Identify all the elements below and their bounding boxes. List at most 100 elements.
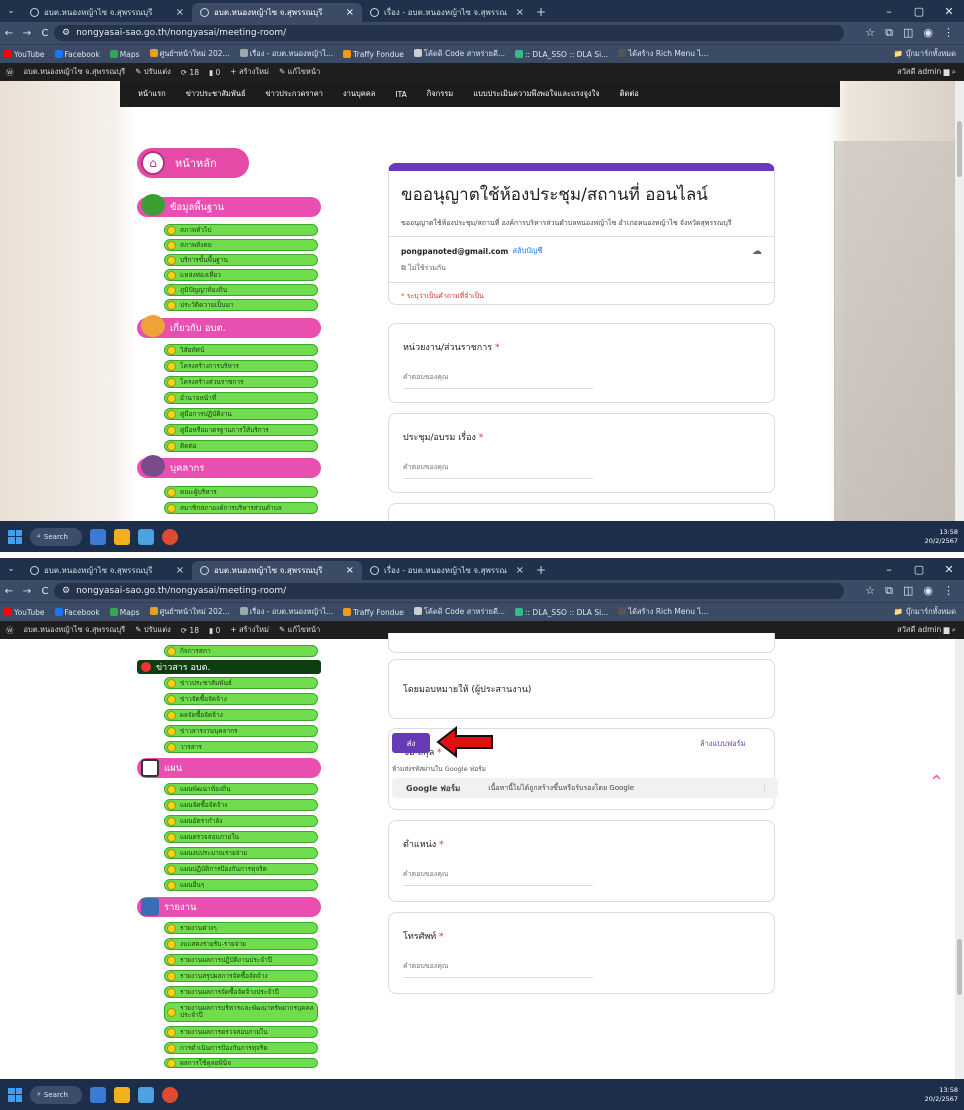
bookmark-item[interactable]: ศูนย์ฯหน้าใหม่ 202...: [149, 48, 230, 60]
folder-icon[interactable]: [114, 1086, 130, 1103]
sidebar-item[interactable]: สมาชิกสภาองค์การบริหารส่วนตำบล: [164, 502, 318, 514]
bookmark-item[interactable]: :: DLA_SSO :: DLA Si...: [514, 49, 608, 59]
menu-icon[interactable]: ⋮: [943, 26, 954, 40]
close-icon[interactable]: ×: [516, 565, 524, 576]
menu-icon[interactable]: ⋮: [943, 584, 954, 598]
bookmark-youtube[interactable]: YouTube: [4, 49, 45, 59]
submit-button[interactable]: ส่ง: [392, 733, 430, 753]
sidebar-item[interactable]: โครงสร้างการบริหาร: [164, 360, 318, 372]
admin-updates[interactable]: ⟳ 18: [181, 626, 199, 635]
sidepanel-icon[interactable]: ◫: [903, 26, 913, 40]
bookmark-maps[interactable]: Maps: [109, 607, 140, 617]
extensions-icon[interactable]: ⧉: [885, 584, 893, 598]
admin-edit[interactable]: ✎ แก้ไขหน้า: [279, 66, 320, 78]
taskbar-app-icon[interactable]: [138, 528, 154, 545]
site-info-icon[interactable]: ⚙: [62, 586, 70, 596]
sidebar-item[interactable]: แผนอัตรากำลัง: [164, 815, 318, 827]
browser-tab-active[interactable]: อบต.หนองหญ้าไซ จ.สุพรรณบุรี ×: [192, 3, 362, 22]
maximize-button[interactable]: ▢: [904, 5, 934, 18]
windows-start-icon[interactable]: [8, 529, 22, 544]
bookmark-item[interactable]: Traffy Fondue: [343, 49, 404, 59]
close-icon[interactable]: ×: [346, 7, 354, 18]
sidebar-item[interactable]: คณะผู้บริหาร: [164, 486, 318, 498]
sidebar-item[interactable]: แผนพัฒนาท้องถิ่น: [164, 783, 318, 795]
page-scrollbar[interactable]: [955, 81, 964, 521]
bookmark-facebook[interactable]: Facebook: [54, 607, 100, 617]
sidebar-item[interactable]: คู่มือการปฏิบัติงาน: [164, 408, 318, 420]
nav-news[interactable]: ข่าวประชาสัมพันธ์: [186, 88, 246, 100]
bookmark-item[interactable]: :: DLA_SSO :: DLA Si...: [514, 607, 608, 617]
profile-icon[interactable]: ◉: [923, 26, 933, 40]
browser-tab[interactable]: อบต.หนองหญ้าไซ จ.สุพรรณบุรี ×: [22, 3, 192, 22]
sidebar-item[interactable]: ข่าวสารงานบุคลากร: [164, 725, 318, 737]
star-icon[interactable]: ☆: [865, 584, 875, 598]
sidebar-item[interactable]: รายงานผลการปฏิบัติงานประจำปี: [164, 954, 318, 966]
bookmark-facebook[interactable]: Facebook: [54, 49, 100, 59]
nav-contact[interactable]: ติดต่อ: [620, 88, 639, 100]
close-icon[interactable]: ×: [176, 565, 184, 576]
close-window-button[interactable]: ✕: [934, 563, 964, 576]
new-tab-button[interactable]: +: [532, 561, 550, 580]
close-icon[interactable]: ×: [346, 565, 354, 576]
close-window-button[interactable]: ✕: [934, 5, 964, 18]
bookmark-item[interactable]: โค้ดดิ Code สาหร่ายดี...: [413, 48, 505, 60]
nav-survey[interactable]: แบบประเมินความพึงพอใจและแรงจูงใจ: [473, 88, 599, 100]
address-bar[interactable]: ⚙ nongyasai-sao.go.th/nongyasai/meeting-r…: [54, 25, 844, 41]
sidebar-item[interactable]: บริการขั้นพื้นฐาน: [164, 254, 318, 266]
sidebar-item[interactable]: รายงานสรุปผลการจัดซื้อจัดจ้าง: [164, 970, 318, 982]
bookmark-item[interactable]: เรื่อง - อบต.หนองหญ้าไ...: [239, 606, 333, 618]
all-bookmarks[interactable]: 📁 บุ๊กมาร์กทั้งหมด: [894, 606, 964, 618]
maximize-button[interactable]: ▢: [904, 563, 934, 576]
sidebar-item[interactable]: รายงานผลการบริหารและพัฒนาทรัพยากรบุคคลปร…: [164, 1002, 318, 1022]
admin-customize[interactable]: ✎ ปรับแต่ง: [135, 66, 171, 78]
nav-bids[interactable]: ข่าวประกวดราคา: [266, 88, 323, 100]
sidebar-item[interactable]: คู่มือหรือมาตรฐานการให้บริการ: [164, 424, 318, 436]
admin-site-name[interactable]: อบต.หนองหญ้าไซ จ.สุพรรณบุรี: [24, 66, 126, 78]
nav-ita[interactable]: ITA: [395, 90, 406, 99]
sidebar-item[interactable]: แหล่งท่องเที่ยว: [164, 269, 318, 281]
bookmark-youtube[interactable]: YouTube: [4, 607, 45, 617]
browser-tab[interactable]: เรื่อง - อบต.หนองหญ้าไซ จ.สุพรรณ ×: [362, 3, 532, 22]
forward-icon[interactable]: →: [18, 28, 36, 39]
profile-icon[interactable]: ◉: [923, 584, 933, 598]
site-info-icon[interactable]: ⚙: [62, 28, 70, 38]
nav-home[interactable]: หน้าแรก: [138, 88, 166, 100]
chrome-icon[interactable]: [162, 528, 178, 545]
nav-activities[interactable]: กิจกรรม: [427, 88, 453, 100]
taskbar-app-icon[interactable]: [138, 1086, 154, 1103]
extensions-icon[interactable]: ⧉: [885, 26, 893, 40]
answer-input[interactable]: คำตอบของคุณ: [403, 462, 593, 479]
admin-edit[interactable]: ✎ แก้ไขหน้า: [279, 624, 320, 636]
sidebar-item[interactable]: อำนาจหน้าที่: [164, 392, 318, 404]
bookmark-item[interactable]: โค้ดดิ Code สาหร่ายดี...: [413, 606, 505, 618]
tab-search-icon[interactable]: ⌄: [0, 558, 22, 580]
sidebar-item[interactable]: วารสาร: [164, 741, 318, 753]
star-icon[interactable]: ☆: [865, 26, 875, 40]
sidebar-item[interactable]: แผนตรวจสอบภายใน: [164, 831, 318, 843]
minimize-button[interactable]: –: [874, 563, 904, 576]
forward-icon[interactable]: →: [18, 586, 36, 597]
switch-account-link[interactable]: สลับบัญชี: [512, 245, 542, 257]
taskbar-search[interactable]: ⌕ Search: [30, 527, 82, 546]
sidebar-item[interactable]: สภาพทั่วไป: [164, 224, 318, 236]
admin-new[interactable]: + สร้างใหม่: [230, 66, 269, 78]
sidebar-item[interactable]: งบแสดงรายรับ-รายจ่าย: [164, 938, 318, 950]
sidebar-item[interactable]: กิจการสภา: [164, 645, 318, 657]
sidebar-item[interactable]: การดำเนินการป้องกันการทุจริต: [164, 1042, 318, 1054]
address-bar[interactable]: ⚙ nongyasai-sao.go.th/nongyasai/meeting-r…: [54, 583, 844, 599]
wp-logo-icon[interactable]: Ⓦ: [6, 67, 14, 78]
reload-icon[interactable]: C: [36, 586, 54, 597]
tab-search-icon[interactable]: ⌄: [0, 0, 22, 22]
wp-logo-icon[interactable]: Ⓦ: [6, 625, 14, 636]
sidebar-item[interactable]: สภาพสังคม: [164, 239, 318, 251]
sidebar-item[interactable]: วิสัยทัศน์: [164, 344, 318, 356]
sidebar-item[interactable]: แผนอื่นๆ: [164, 879, 318, 891]
taskbar-clock[interactable]: 13:58 20/2/2567: [925, 1086, 964, 1104]
close-icon[interactable]: ×: [516, 7, 524, 18]
browser-tab[interactable]: อบต.หนองหญ้าไซ จ.สุพรรณบุรี ×: [22, 561, 192, 580]
all-bookmarks[interactable]: 📁 บุ๊กมาร์กทั้งหมด: [894, 48, 964, 60]
browser-tab-active[interactable]: อบต.หนองหญ้าไซ จ.สุพรรณบุรี ×: [192, 561, 362, 580]
admin-customize[interactable]: ✎ ปรับแต่ง: [135, 624, 171, 636]
taskbar-clock[interactable]: 13:58 20/2/2567: [925, 528, 964, 546]
taskbar-search[interactable]: ⌕ Search: [30, 1085, 82, 1104]
